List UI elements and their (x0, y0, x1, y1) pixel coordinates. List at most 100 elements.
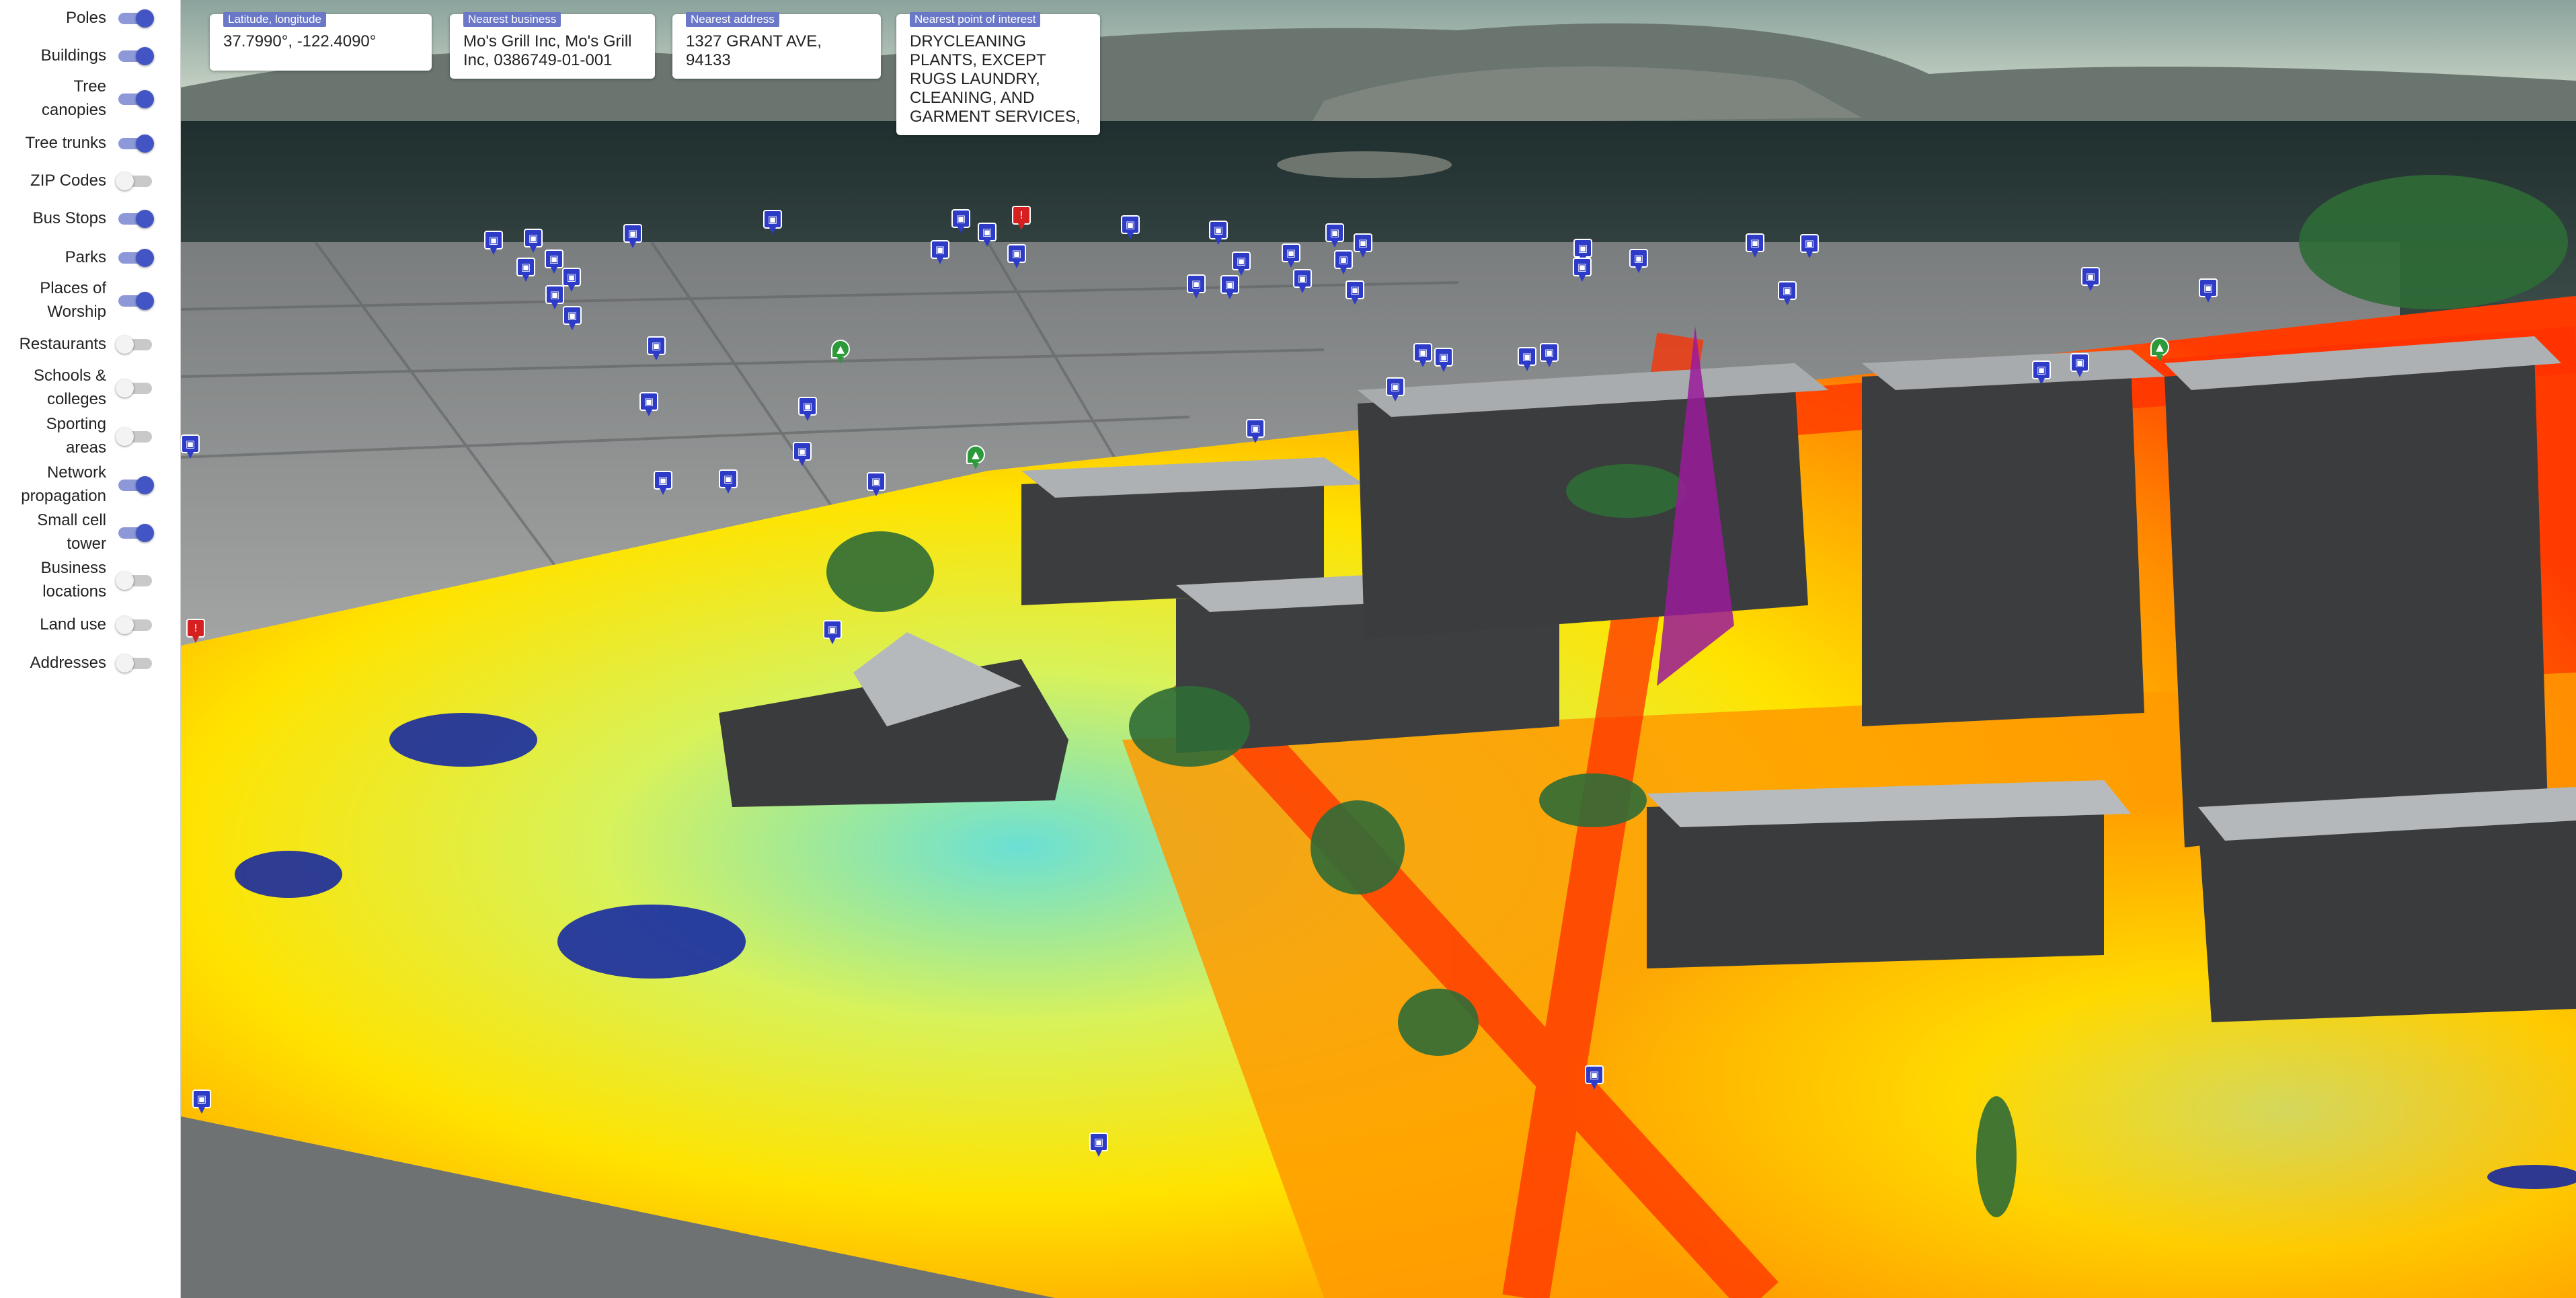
bus-stop-marker[interactable]: ▣ (192, 1090, 211, 1115)
bus-stop-marker[interactable]: ▣ (867, 472, 886, 498)
bus-stop-marker[interactable]: ▣ (951, 209, 970, 235)
toggle-knob (116, 379, 134, 397)
bus-stop-marker[interactable]: ▣ (562, 268, 581, 293)
toggle-bus-stops[interactable] (116, 208, 156, 228)
bus-stop-marker[interactable]: ▣ (1800, 234, 1819, 260)
bus-stop-marker-pin: ▣ (1325, 223, 1344, 242)
bus-stop-marker[interactable]: ▣ (623, 224, 642, 250)
marker-tail (198, 1107, 205, 1114)
bus-stop-marker[interactable]: ▣ (2081, 267, 2100, 293)
bus-stop-marker[interactable]: ▣ (1629, 249, 1648, 274)
bus-stop-marker[interactable]: ▣ (931, 240, 949, 266)
park-marker[interactable]: ▲ (2150, 338, 2169, 363)
bus-stop-marker-pin: ▣ (793, 442, 812, 461)
bus-stop-marker[interactable]: ▣ (639, 392, 658, 418)
park-marker-pin: ▲ (2150, 338, 2169, 356)
bus-stop-marker[interactable]: ▣ (1334, 250, 1353, 276)
toggle-network-propagation[interactable] (116, 475, 156, 494)
toggle-places-of-worship[interactable] (116, 291, 156, 310)
bus-stop-marker[interactable]: ▣ (1518, 347, 1536, 373)
bus-stop-marker[interactable]: ▣ (793, 442, 812, 467)
toggle-buildings[interactable] (116, 46, 156, 65)
toggle-parks[interactable] (116, 247, 156, 267)
toggle-schools-colleges[interactable] (116, 378, 156, 397)
toggle-tree-trunks[interactable] (116, 133, 156, 153)
bus-stop-marker[interactable]: ▣ (545, 250, 563, 275)
bus-stop-marker[interactable]: ▣ (1293, 269, 1312, 295)
marker-tail (1352, 298, 1358, 305)
marker-tail (522, 275, 529, 282)
park-marker[interactable]: ▲ (831, 340, 850, 365)
toggle-restaurants[interactable] (116, 334, 156, 354)
bus-stop-marker[interactable]: ▣ (1585, 1065, 1604, 1091)
marker-tail (187, 452, 194, 459)
bus-stop-marker[interactable]: ▣ (2199, 278, 2218, 304)
bus-stop-marker[interactable]: ▣ (823, 620, 842, 646)
bus-stop-marker[interactable]: ▣ (1540, 343, 1559, 369)
bus-stop-marker[interactable]: ▣ (2070, 353, 2089, 379)
bus-stop-marker[interactable]: ▣ (719, 469, 738, 495)
park-marker[interactable]: ▲ (966, 445, 985, 471)
bus-stop-marker[interactable]: ▣ (1282, 243, 1300, 269)
toggle-zip-codes[interactable] (116, 171, 156, 190)
poi-marker[interactable]: ! (186, 619, 205, 644)
layer-row-sporting-areas: Sporting areas (0, 412, 180, 459)
bus-stop-marker[interactable]: ▣ (1434, 348, 1453, 373)
bus-stop-marker[interactable]: ▣ (1345, 280, 1364, 306)
toggle-poles[interactable] (116, 8, 156, 28)
bus-stop-marker[interactable]: ▣ (1121, 215, 1140, 241)
bus-stop-marker[interactable]: ▣ (1246, 419, 1265, 445)
bus-stop-marker[interactable]: ▣ (2032, 360, 2051, 386)
bus-stop-marker[interactable]: ▣ (1007, 244, 1026, 270)
bus-stop-marker[interactable]: ▣ (1573, 258, 1592, 283)
bus-stop-marker[interactable]: ▣ (545, 285, 564, 311)
info-card-coordinates: Latitude, longitude 37.7990°, -122.4090° (210, 12, 432, 71)
bus-stop-marker[interactable]: ▣ (1386, 377, 1405, 403)
bus-stop-marker[interactable]: ▣ (1089, 1133, 1108, 1158)
layer-label: Small cell tower (37, 511, 106, 553)
bus-stop-marker[interactable]: ▣ (1325, 223, 1344, 249)
bus-stop-marker[interactable]: ▣ (654, 471, 672, 496)
bus-stop-marker-pin: ▣ (545, 250, 563, 268)
toggle-tree-canopies[interactable] (116, 89, 156, 108)
map-3d-view[interactable]: ▣ ▣ ▣ ▣ ▣ ▣ ▣ ▣ ▣ ▣ ▣ ▣ ▣ ▣ ▣ ▣ ▣ ▣ ▣ ▣ ▣ ▣ ▣ ▣ ▣ ▣ ▣ ▣ ▣ ▣ ▣ ▣ ▣ ▣ ▣ ▣ ▣ ▣ ▣ ▣… (181, 0, 2576, 1298)
info-card-address: Nearest address 1327 GRANT AVE, 94133 (672, 12, 881, 79)
bus-stop-marker[interactable]: ▣ (798, 397, 817, 422)
bus-stop-marker-pin: ▣ (1386, 377, 1405, 396)
layer-row-business-locations: Business locations (0, 556, 180, 603)
bus-stop-marker[interactable]: ▣ (1209, 221, 1228, 246)
toggle-small-cell-tower[interactable] (116, 523, 156, 542)
marker-tail (1252, 436, 1259, 443)
marker-tail (1806, 252, 1813, 258)
bus-stop-marker[interactable]: ▣ (1187, 274, 1206, 300)
bus-stop-marker-pin: ▣ (484, 231, 503, 250)
bus-stop-marker[interactable]: ▣ (1220, 275, 1239, 301)
toggle-business-locations[interactable] (116, 570, 156, 590)
bus-stop-marker-pin: ▣ (823, 620, 842, 639)
marker-tail (2038, 378, 2045, 385)
bus-stop-marker[interactable]: ▣ (524, 229, 543, 254)
bus-stop-marker[interactable]: ▣ (1232, 252, 1251, 277)
card-tag: Nearest address (686, 12, 779, 27)
bus-stop-marker[interactable]: ▣ (1354, 233, 1372, 259)
map-scene (181, 0, 2576, 1298)
bus-stop-marker[interactable]: ▣ (563, 306, 582, 332)
marker-tail (958, 227, 964, 233)
toggle-addresses[interactable] (116, 653, 156, 673)
bus-stop-marker[interactable]: ▣ (1746, 233, 1764, 259)
bus-stop-marker[interactable]: ▣ (181, 434, 200, 460)
bus-stop-marker-pin: ▣ (978, 223, 997, 241)
toggle-sporting-areas[interactable] (116, 426, 156, 446)
bus-stop-marker[interactable]: ▣ (1778, 281, 1797, 307)
toggle-knob (136, 524, 154, 542)
bus-stop-marker[interactable]: ▣ (763, 210, 782, 235)
toggle-land-use[interactable] (116, 615, 156, 634)
poi-marker[interactable]: ! (1012, 206, 1031, 231)
bus-stop-marker[interactable]: ▣ (516, 258, 535, 283)
bus-stop-marker[interactable]: ▣ (1413, 343, 1432, 369)
bus-stop-marker[interactable]: ▣ (978, 223, 997, 248)
bus-stop-marker[interactable]: ▣ (647, 336, 666, 362)
marker-tail (1215, 238, 1222, 245)
marker-tail (1018, 223, 1025, 230)
bus-stop-marker[interactable]: ▣ (484, 231, 503, 256)
